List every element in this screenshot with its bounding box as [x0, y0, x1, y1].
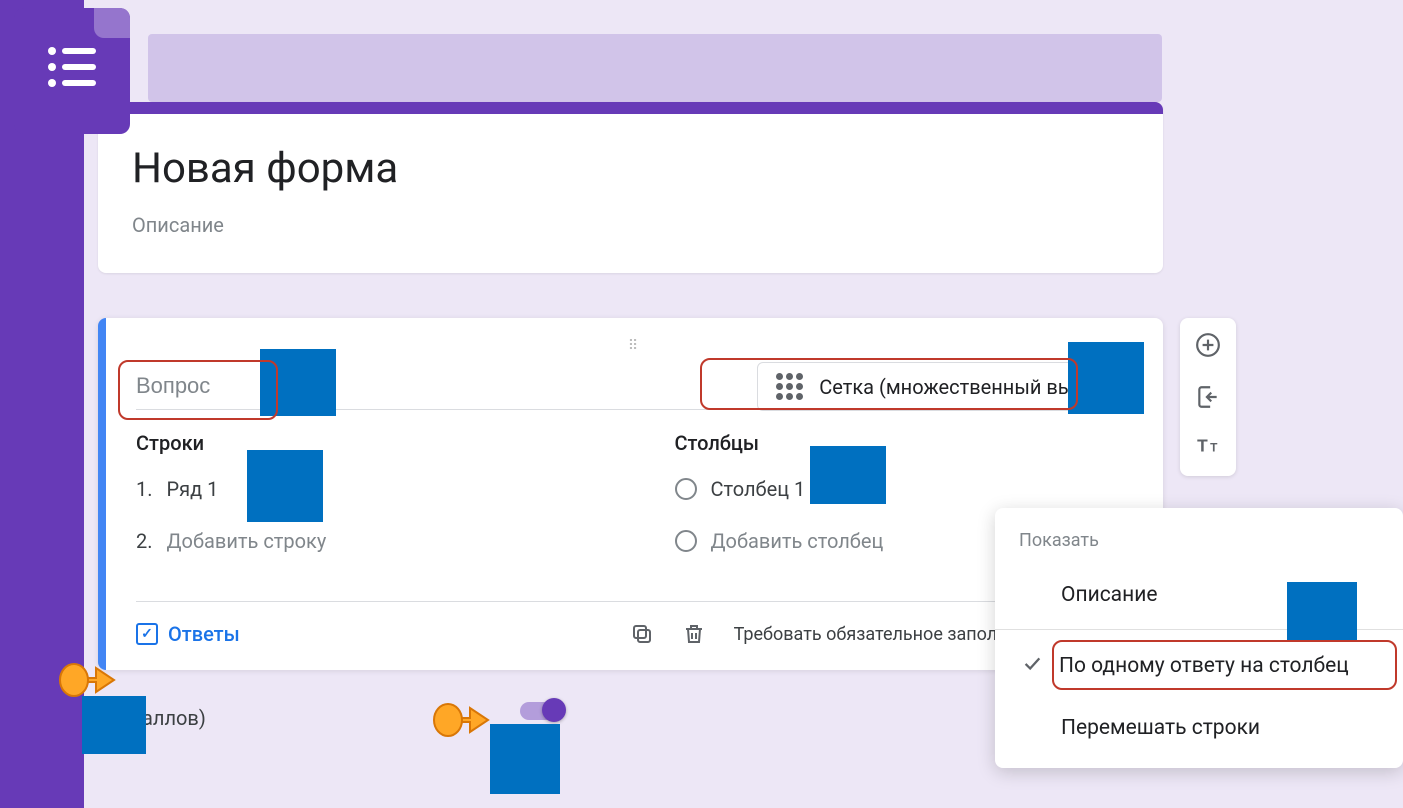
points-suffix-text: аллов) [142, 706, 206, 730]
columns-heading: Столбцы [675, 431, 1134, 455]
radio-icon [675, 478, 697, 500]
add-row-label: Добавить строку [167, 529, 327, 553]
rows-section: Строки 1. Ряд 1 2. Добавить строку [136, 431, 595, 581]
svg-text:T: T [1210, 441, 1218, 455]
redaction-block [260, 349, 336, 416]
rows-heading: Строки [136, 431, 595, 455]
grid-icon [776, 373, 803, 400]
require-toggle[interactable] [520, 702, 564, 720]
redaction-block [247, 450, 323, 522]
delete-button[interactable] [682, 622, 706, 646]
add-question-button[interactable] [1195, 332, 1221, 362]
list-icon [44, 43, 100, 99]
row-number: 1. [136, 477, 153, 501]
column-text[interactable]: Столбец 1 [711, 477, 806, 501]
radio-icon [675, 530, 697, 552]
row-item[interactable]: 1. Ряд 1 [136, 477, 595, 501]
answers-link[interactable]: ✓ Ответы [136, 622, 240, 646]
redaction-block [490, 724, 560, 794]
side-toolbar: TT [1180, 318, 1236, 476]
form-header-card[interactable]: Новая форма Описание [98, 102, 1163, 273]
add-title-button[interactable]: TT [1195, 432, 1221, 462]
popup-option-limit[interactable]: По одному ответу на столбец [995, 634, 1403, 698]
column-item[interactable]: Столбец 1 [675, 477, 1134, 501]
form-description[interactable]: Описание [132, 213, 1129, 237]
popup-limit-label: По одному ответу на столбец [1059, 654, 1349, 678]
duplicate-button[interactable] [630, 622, 654, 646]
form-title[interactable]: Новая форма [132, 144, 1129, 193]
popup-option-shuffle[interactable]: Перемешать строки [995, 698, 1403, 758]
popup-desc-label: Описание [1061, 583, 1157, 607]
svg-text:T: T [1197, 436, 1208, 456]
checkbox-checked-icon: ✓ [136, 623, 158, 645]
redaction-block [810, 446, 886, 504]
answers-label: Ответы [168, 622, 240, 646]
add-row-button[interactable]: 2. Добавить строку [136, 529, 595, 553]
redaction-block [1287, 582, 1357, 640]
pointer-hand-icon [56, 650, 126, 706]
row-text[interactable]: Ряд 1 [167, 477, 219, 501]
check-icon [1019, 652, 1045, 680]
popup-shuffle-label: Перемешать строки [1061, 716, 1260, 740]
redaction-block [1068, 342, 1144, 414]
question-footer: ✓ Ответы Требовать обязательное заполнен… [136, 601, 1133, 646]
forms-logo [14, 8, 130, 134]
add-column-label: Добавить столбец [711, 529, 884, 553]
import-questions-button[interactable] [1195, 384, 1221, 410]
row-number-2: 2. [136, 529, 153, 553]
pointer-hand-icon [430, 690, 500, 746]
top-toolbar-placeholder [148, 34, 1162, 102]
question-input[interactable] [136, 363, 733, 410]
popup-header: Показать [995, 526, 1403, 565]
